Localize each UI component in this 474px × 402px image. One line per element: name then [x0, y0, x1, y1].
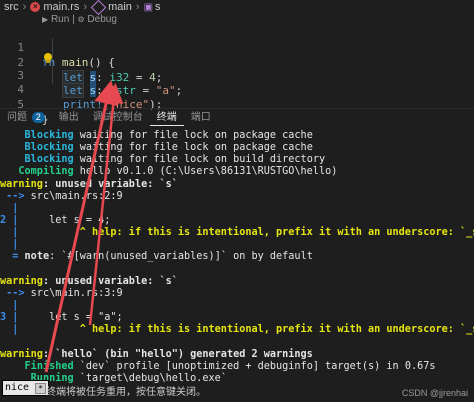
- chevron-right-icon: ›: [22, 1, 27, 13]
- terminal-text: hello v0.1.0 (C:\Users\86131\RUSTGO\hell…: [73, 166, 338, 177]
- terminal-line: Blocking waiting for file lock on build …: [0, 154, 474, 166]
- terminal-text: src\main.rs:3:9: [30, 288, 123, 299]
- tab-ports[interactable]: 端口: [184, 110, 218, 126]
- punctuation: ;: [175, 84, 183, 97]
- gutter-bar: |: [0, 227, 19, 238]
- terminal-text: waiting for file lock on package cache: [73, 130, 313, 141]
- lightbulb-icon[interactable]: [44, 53, 52, 63]
- run-icon: ▶: [42, 15, 49, 24]
- terminal-line: warning: unused variable: `s`: [0, 179, 474, 191]
- terminal-text: src\main.rs:2:9: [30, 191, 123, 202]
- warning-word: warning: [0, 276, 43, 287]
- tab-label: 终端: [156, 112, 177, 123]
- tab-debug-console[interactable]: 调试控制台: [86, 110, 150, 126]
- tab-label: 调试控制台: [92, 112, 143, 123]
- problem-count-badge: 2: [31, 112, 45, 123]
- tab-terminal[interactable]: 终端: [149, 110, 184, 126]
- terminal-line: 2 | let s = 4;: [0, 215, 111, 226]
- type: &str: [109, 84, 136, 97]
- program-output: nice *: [2, 380, 49, 396]
- watermark: CSDN @jjrenhai: [401, 388, 468, 398]
- chevron-right-icon: ›: [135, 1, 140, 13]
- terminal-text: : unused variable: `s`: [42, 276, 178, 287]
- tab-output[interactable]: 输出: [52, 110, 86, 126]
- terminal-text: : unused variable: `s`: [42, 179, 178, 190]
- status-word: Blocking: [24, 142, 74, 153]
- codelens-sep: |: [72, 14, 75, 25]
- codelens-debug[interactable]: Debug: [87, 14, 116, 25]
- code-line: 4 print!("nice");: [0, 67, 162, 111]
- keyword: let: [62, 83, 84, 98]
- status-word: Finished: [24, 361, 74, 372]
- terminal-line: --> src\main.rs:2:9: [0, 191, 474, 203]
- terminal-line: | ^ help: if this is intentional, prefix…: [0, 227, 474, 239]
- function-name: main: [61, 56, 89, 69]
- panel-tabs: 问题 2 输出 调试控制台 终端 端口: [0, 110, 218, 126]
- terminal-line: --> src\main.rs:3:9: [0, 288, 474, 300]
- terminal-line: |: [0, 300, 474, 312]
- note-word: note: [24, 251, 50, 262]
- terminal-text: waiting for file lock on build directory: [73, 154, 326, 165]
- status-word: Blocking: [24, 130, 74, 141]
- codelens: ▶ Run | ⚙ Debug: [42, 14, 117, 25]
- gutter-bar: |: [0, 324, 19, 335]
- punctuation: =: [135, 84, 156, 97]
- code-line: 5 }: [0, 82, 48, 126]
- code-line: 1 fn main() {: [0, 25, 115, 69]
- chevron-right-icon: ›: [83, 1, 88, 13]
- terminal-line: Finished `dev` profile [unoptimized + de…: [0, 361, 474, 373]
- terminal-reuse-message: 终端将被任务重用，按任意键关闭。: [46, 387, 206, 398]
- codelens-run[interactable]: Run: [51, 14, 69, 25]
- breadcrumb-symbol[interactable]: main: [108, 1, 132, 13]
- breadcrumb-file[interactable]: main.rs: [43, 1, 79, 13]
- terminal-line: Compiling hello v0.1.0 (C:\Users\86131\R…: [0, 166, 474, 178]
- status-word: Blocking: [24, 154, 74, 165]
- tab-label: 端口: [190, 112, 211, 123]
- warning-word: warning: [0, 179, 43, 190]
- terminal-line: Blocking waiting for file lock on packag…: [0, 142, 474, 154]
- punctuation: () {: [88, 56, 115, 69]
- gutter-bar: |: [0, 239, 19, 250]
- code-line: 3 let s: &str = "a";: [0, 53, 182, 98]
- terminal-line: 3 | let s = "a";: [0, 312, 123, 323]
- terminal-line: warning: `hello` (bin "hello") generated…: [0, 349, 474, 361]
- terminal-text: : `#[warn(unused_variables)]` on by defa…: [49, 251, 313, 262]
- terminal-text: waiting for file lock on package cache: [73, 142, 313, 153]
- location-arrow: -->: [0, 191, 31, 202]
- terminal-line: |: [0, 203, 474, 215]
- terminal-line: |: [0, 239, 474, 251]
- asterisk-icon: *: [35, 382, 46, 394]
- terminal-text: let s = "a";: [18, 312, 123, 323]
- tab-label: 问题: [7, 112, 27, 123]
- terminal-text: : `hello` (bin "hello") generated 2 warn…: [42, 349, 313, 360]
- warning-word: warning: [0, 349, 43, 360]
- terminal-line: | ^ help: if this is intentional, prefix…: [0, 324, 474, 336]
- breadcrumb-tail[interactable]: s: [155, 1, 161, 13]
- note-marker: =: [0, 251, 25, 262]
- breadcrumb-src[interactable]: src: [4, 1, 19, 13]
- variable-icon: ▣: [143, 1, 154, 13]
- breadcrumb: src › × main.rs › main › ▣ s: [0, 0, 474, 15]
- punctuation: :: [96, 84, 110, 97]
- terminal-line: warning: unused variable: `s`: [0, 276, 474, 288]
- gutter-bar: |: [0, 300, 19, 311]
- tab-problems[interactable]: 问题 2: [0, 110, 52, 126]
- symbol-function-icon: [90, 0, 107, 15]
- terminal-line: = note: `#[warn(unused_variables)]` on b…: [0, 251, 474, 263]
- location-arrow: -->: [0, 288, 31, 299]
- terminal-text: `dev` profile [unoptimized + debuginfo] …: [73, 361, 436, 372]
- gutter-bar: |: [0, 203, 19, 214]
- string-literal: "a": [155, 84, 176, 97]
- error-icon: ×: [30, 2, 41, 12]
- terminal-text: let s = 4;: [18, 215, 111, 226]
- debug-icon: ⚙: [77, 15, 85, 24]
- tab-label: 输出: [58, 112, 79, 123]
- help-text: ^ help: if this is intentional, prefix i…: [18, 324, 474, 335]
- output-text: nice: [5, 382, 30, 393]
- terminal-line: Blocking waiting for file lock on packag…: [0, 130, 474, 142]
- panel-divider: [0, 108, 474, 109]
- help-text: ^ help: if this is intentional, prefix i…: [18, 227, 474, 238]
- status-word: Compiling: [18, 166, 74, 177]
